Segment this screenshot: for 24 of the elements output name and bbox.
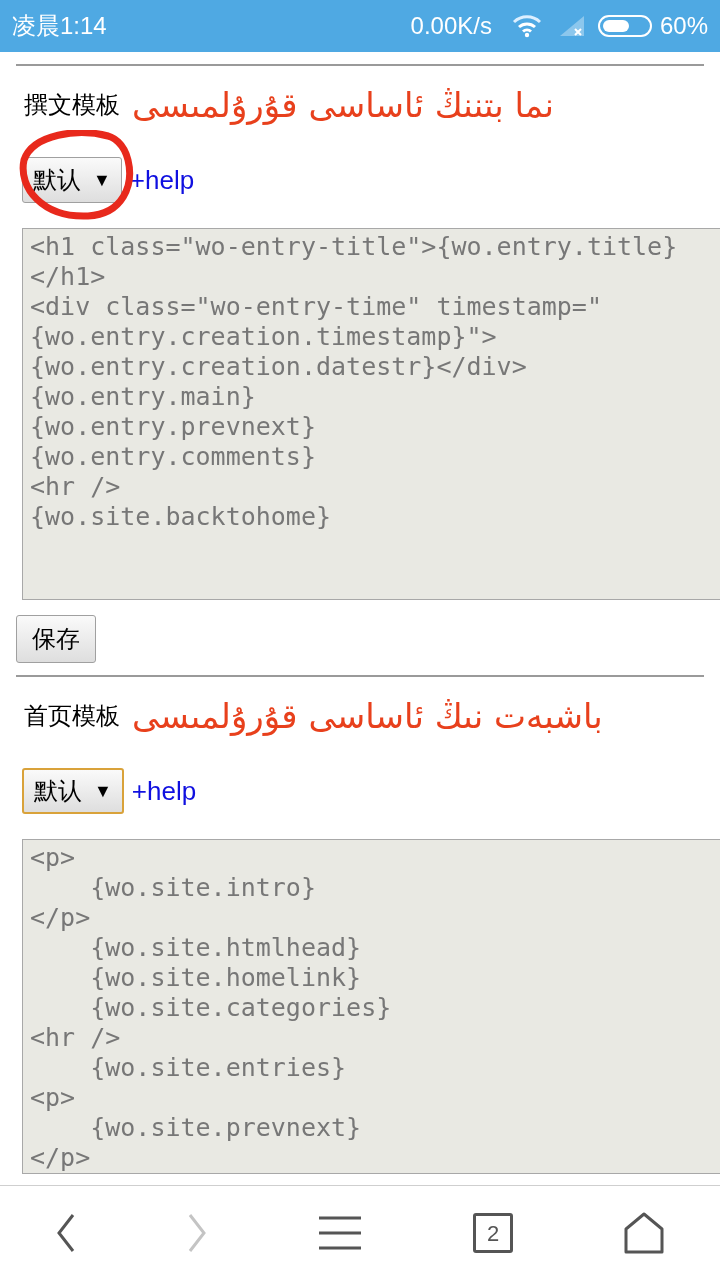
wifi-icon (511, 14, 542, 38)
template-select[interactable]: 默认 ▼ (22, 157, 122, 203)
save-button[interactable]: 保存 (16, 615, 96, 663)
section-label: 首页模板 (24, 701, 120, 731)
tabs-button[interactable]: 2 (473, 1213, 514, 1253)
code-editor[interactable]: <h1 class="wo-entry-title">{wo.entry.title} </h1> <div class="wo-entry-time" timestamp=" {wo.entry.creation.timestamp}"> {wo.entry.creation.datestr}</div> {wo.entry.main} {wo.entry.prevnext} {wo.entry.comments} <hr /> {wo.site.backtohome} (22, 228, 720, 600)
home-icon[interactable] (624, 1212, 665, 1254)
clock-time: 凌晨1:14 (12, 11, 107, 41)
template-select[interactable]: 默认 ▼ (22, 768, 124, 814)
select-value: 默认 (33, 165, 81, 195)
select-value: 默认 (34, 776, 82, 806)
section-label: 撰文模板 (24, 90, 120, 120)
network-speed: 0.00K/s (410, 11, 492, 41)
help-link[interactable]: +help (131, 771, 197, 811)
battery-percent: 60% (659, 11, 708, 41)
code-editor[interactable]: <p> {wo.site.intro} </p> {wo.site.htmlhead} {wo.site.homelink} {wo.site.categories} <hr /> {wo.site.entries} <p> {wo.site.prevnext} </p> (22, 839, 720, 1174)
dropdown-arrow-icon: ▼ (93, 166, 111, 194)
annotation-text: نما بتننڭ ئاساسى قۇرۇلمىسى (132, 84, 554, 127)
back-icon[interactable] (55, 1213, 76, 1253)
help-link[interactable]: +help (129, 160, 195, 200)
menu-icon[interactable] (317, 1215, 362, 1251)
battery-icon (597, 15, 652, 37)
annotation-text: باشبەت نىڭ ئاساسى قۇرۇلمىسى (132, 695, 603, 738)
dropdown-arrow-icon: ▼ (94, 777, 112, 805)
